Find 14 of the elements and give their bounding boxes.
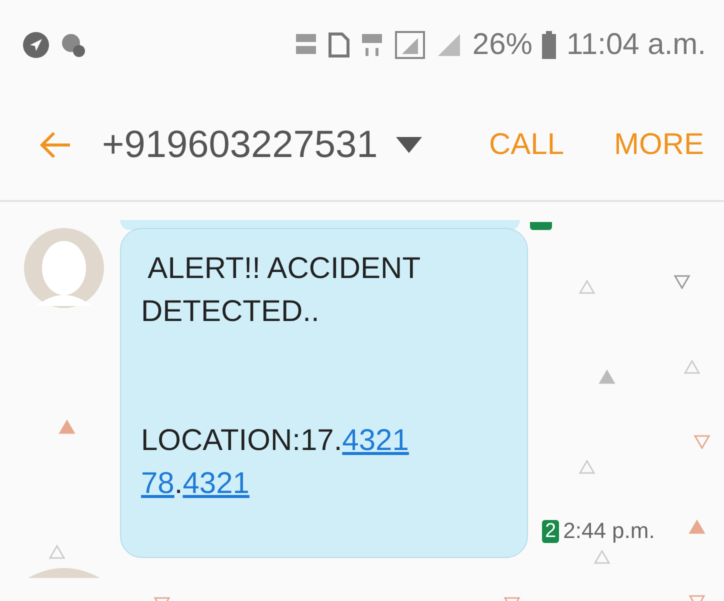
coordinate-link[interactable]: 4321 — [182, 467, 250, 500]
coordinate-link[interactable]: 78 — [141, 467, 174, 500]
contact-number: +919603227531 — [102, 124, 378, 166]
message-time: 2:44 p.m. — [563, 518, 655, 544]
battery-percentage: 26% — [472, 28, 532, 62]
message-text: LOCATION:17. — [141, 424, 342, 457]
message-text: . — [174, 467, 183, 500]
header-action-button[interactable]: CALL — [488, 128, 564, 162]
sim-badge: 2 — [542, 520, 560, 542]
clock: 11:04 a.m. — [566, 28, 706, 62]
coordinate-link[interactable]: 4321 — [342, 424, 409, 457]
header-action-button[interactable]: MORE — [614, 128, 704, 162]
message-text: DETECTED.. — [141, 295, 320, 328]
message-text: ALERT!! ACCIDENT — [146, 252, 421, 285]
